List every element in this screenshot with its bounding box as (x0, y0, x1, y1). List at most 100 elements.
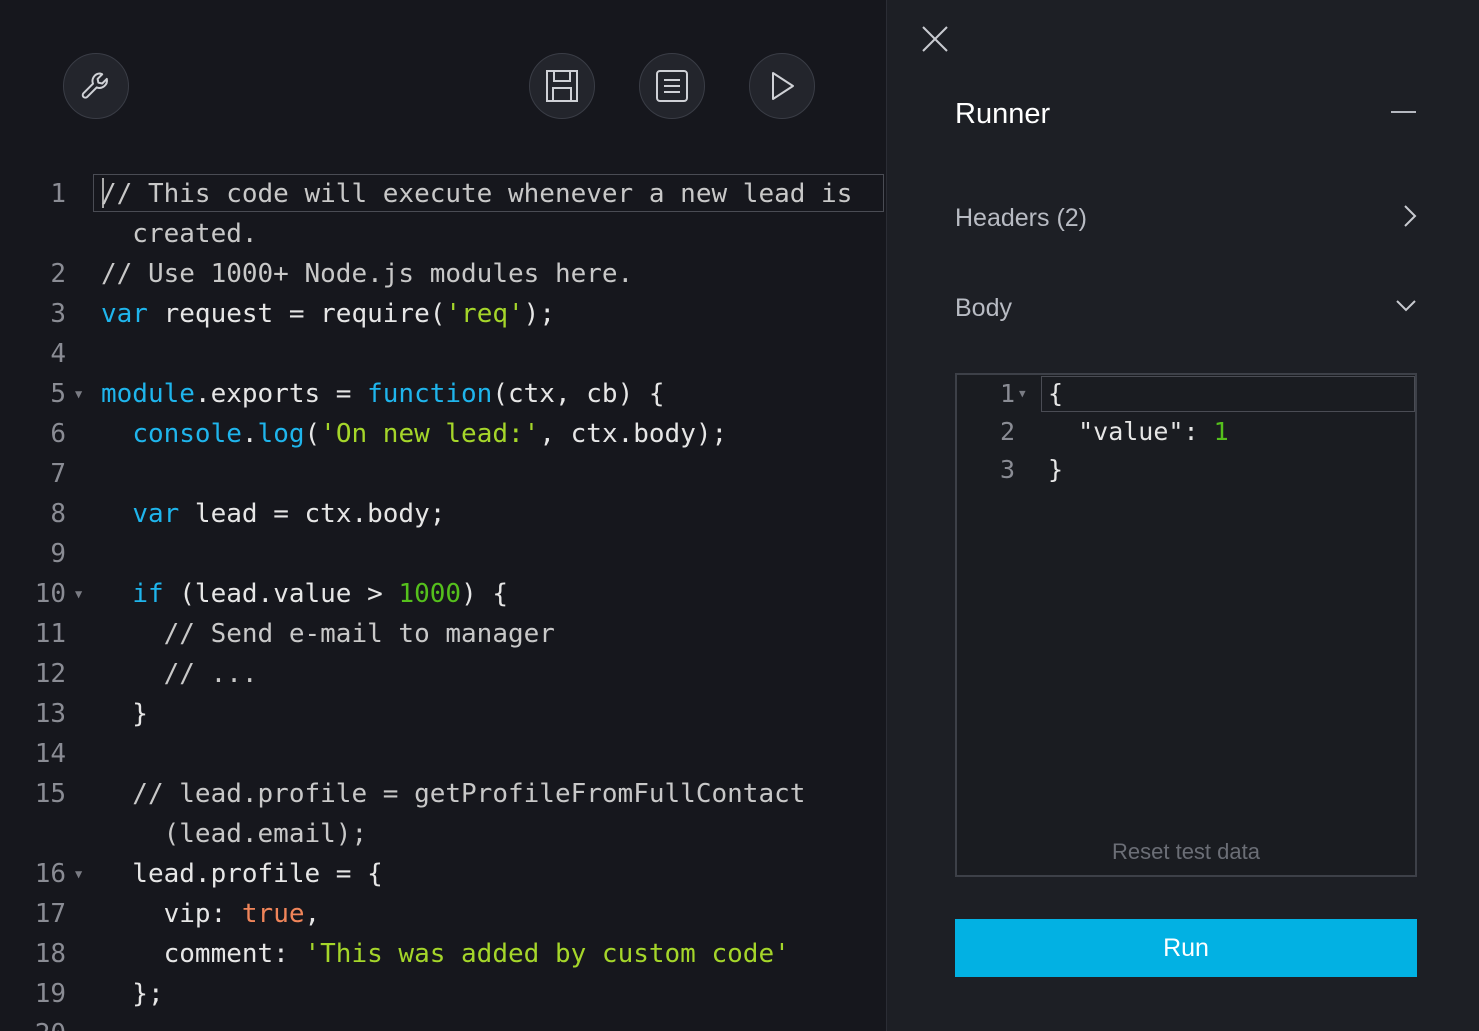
code-text: } (101, 694, 148, 734)
run-code-button[interactable] (749, 53, 815, 119)
code-line[interactable]: 9 (0, 534, 886, 574)
code-token: } (1048, 455, 1064, 484)
code-line[interactable]: 16 ▼ lead.profile = { (0, 854, 886, 894)
fold-arrow-icon[interactable]: ▼ (75, 374, 82, 414)
chevron-right-icon (1403, 204, 1417, 233)
line-number: 4 (50, 339, 66, 369)
code-text: // lead.profile = getProfileFromFullCont… (101, 774, 805, 814)
run-button[interactable]: Run (955, 919, 1417, 977)
logs-icon (655, 69, 689, 103)
close-runner-button[interactable] (921, 25, 949, 53)
runner-panel: Runner Headers (2) Body 1 ▼{2 "value": 13… (887, 0, 1479, 1031)
code-token: . (241, 419, 258, 449)
line-number: 12 (34, 659, 66, 689)
code-token: 'On new lead:' (320, 419, 540, 449)
code-token: , ctx.body); (539, 419, 728, 449)
code-line[interactable]: 3 var request = require('req'); (0, 294, 886, 334)
close-icon (922, 26, 948, 52)
code-line[interactable]: 4 (0, 334, 886, 374)
code-text: }; (101, 974, 164, 1014)
code-token: , (304, 899, 321, 929)
code-line[interactable]: 17 vip: true, (0, 894, 886, 934)
code-line[interactable]: 5 ▼ module.exports = function(ctx, cb) { (0, 374, 886, 414)
code-line[interactable]: 2 // Use 1000+ Node.js modules here. (0, 254, 886, 294)
fold-arrow-icon[interactable]: ▼ (75, 854, 82, 894)
code-line[interactable]: 11 // Send e-mail to manager (0, 614, 886, 654)
code-text: "value": 1 (1048, 413, 1229, 451)
code-token: ); (523, 299, 555, 329)
code-line[interactable]: 20 (0, 1014, 886, 1031)
code-text: if (lead.value > 1000) { (101, 574, 508, 614)
code-line[interactable]: 15 // lead.profile = getProfileFromFullC… (0, 774, 886, 814)
line-number: 14 (34, 739, 66, 769)
logs-button[interactable] (639, 53, 705, 119)
code-token: // Use 1000+ Node.js modules here. (101, 259, 634, 289)
code-line[interactable]: 18 comment: 'This was added by custom co… (0, 934, 886, 974)
settings-button[interactable] (63, 53, 129, 119)
code-line[interactable]: 14 (0, 734, 886, 774)
line-number: 9 (50, 539, 66, 569)
json-active-line (1041, 376, 1415, 412)
code-token: }; (101, 979, 164, 1009)
code-lines[interactable]: 1 // This code will execute whenever a ne… (0, 174, 886, 1031)
code-text: lead.profile = { (101, 854, 383, 894)
code-token: request = require( (147, 299, 446, 329)
code-token: (ctx, cb) { (492, 379, 665, 409)
line-number: 5 (50, 379, 66, 409)
fold-arrow-icon[interactable]: ▼ (75, 574, 82, 614)
body-label: Body (955, 293, 1012, 322)
line-number: 8 (50, 499, 66, 529)
line-number: 18 (34, 939, 66, 969)
code-line[interactable]: created. (0, 214, 886, 254)
code-token: var (132, 499, 180, 529)
code-token: 'This was added by custom code' (304, 939, 790, 969)
code-token: 1000 (398, 579, 462, 609)
code-token: ( (304, 419, 321, 449)
body-json-editor[interactable]: 1 ▼{2 "value": 1 3} Reset test data (955, 373, 1417, 877)
code-line[interactable]: 19 }; (0, 974, 886, 1014)
line-number: 2 (999, 417, 1015, 446)
line-number: 10 (34, 579, 66, 609)
code-line[interactable]: (lead.email); (0, 814, 886, 854)
reset-test-data-link[interactable]: Reset test data (957, 839, 1415, 865)
line-number: 3 (50, 299, 66, 329)
code-text: // Send e-mail to manager (101, 614, 555, 654)
body-section-toggle[interactable]: Body (955, 288, 1417, 328)
minimize-icon[interactable] (1391, 111, 1416, 113)
line-number: 20 (0, 1014, 66, 1031)
code-text: module.exports = function(ctx, cb) { (101, 374, 665, 414)
code-token: { (1048, 379, 1064, 408)
save-button[interactable] (529, 53, 595, 119)
line-number: 16 (34, 859, 66, 889)
code-line[interactable]: 12 // ... (0, 654, 886, 694)
line-number: 17 (34, 899, 66, 929)
code-text: // ... (101, 654, 258, 694)
code-token: true (241, 899, 305, 929)
headers-section-toggle[interactable]: Headers (2) (955, 198, 1417, 238)
code-editor-pane: 1 // This code will execute whenever a ne… (0, 0, 886, 1031)
code-line[interactable]: 8 var lead = ctx.body; (0, 494, 886, 534)
line-number: 15 (34, 779, 66, 809)
code-line[interactable]: 13 } (0, 694, 886, 734)
code-line[interactable]: 7 (0, 454, 886, 494)
chevron-down-icon (1395, 299, 1417, 318)
code-text: } (1048, 451, 1063, 489)
code-token: ) { (461, 579, 509, 609)
line-number: 2 (50, 259, 66, 289)
code-token: } (101, 699, 148, 729)
code-token: 1 (1213, 417, 1229, 446)
code-line[interactable]: 1 // This code will execute whenever a ne… (0, 174, 886, 214)
code-token: .exports = (194, 379, 368, 409)
code-token: // Send e-mail to manager (101, 619, 555, 649)
code-text: vip: true, (101, 894, 321, 934)
code-token: lead.profile = { (101, 859, 383, 889)
code-text: console.log('On new lead:', ctx.body); (101, 414, 727, 454)
code-line[interactable]: 6 console.log('On new lead:', ctx.body); (0, 414, 886, 454)
code-text: // Use 1000+ Node.js modules here. (101, 254, 633, 294)
fold-arrow-icon[interactable]: ▼ (1019, 375, 1026, 413)
code-token: "value": (1048, 417, 1214, 446)
code-line[interactable]: 10 ▼ if (lead.value > 1000) { (0, 574, 886, 614)
headers-label: Headers (2) (955, 203, 1087, 232)
